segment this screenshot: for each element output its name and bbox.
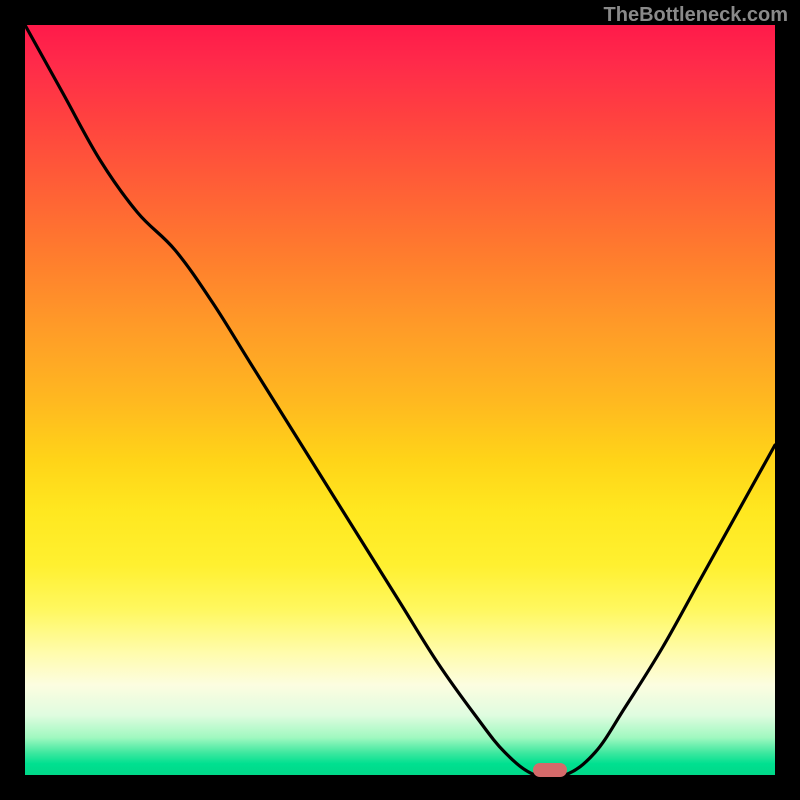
optimal-marker	[533, 763, 567, 777]
chart-container: TheBottleneck.com	[0, 0, 800, 800]
plot-area	[25, 25, 775, 775]
watermark-text: TheBottleneck.com	[604, 4, 788, 27]
bottleneck-curve	[25, 25, 775, 775]
